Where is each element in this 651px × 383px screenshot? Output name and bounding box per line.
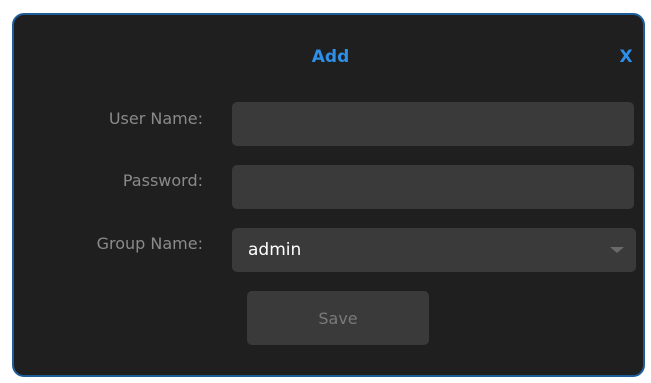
chevron-down-icon[interactable] [610, 247, 624, 253]
group-name-selected-value: admin [248, 240, 302, 260]
dialog-title: Add [311, 47, 350, 67]
password-input[interactable] [232, 165, 634, 209]
user-name-label: User Name: [108, 109, 203, 128]
save-button[interactable]: Save [247, 291, 429, 345]
close-button[interactable]: X [616, 45, 636, 69]
group-name-label: Group Name: [96, 234, 203, 253]
group-name-dropdown[interactable]: admin [232, 228, 636, 272]
add-user-dialog: Add X User Name: Password: Group Name: a… [12, 13, 645, 377]
user-name-input[interactable] [232, 102, 634, 146]
password-label: Password: [122, 171, 203, 190]
